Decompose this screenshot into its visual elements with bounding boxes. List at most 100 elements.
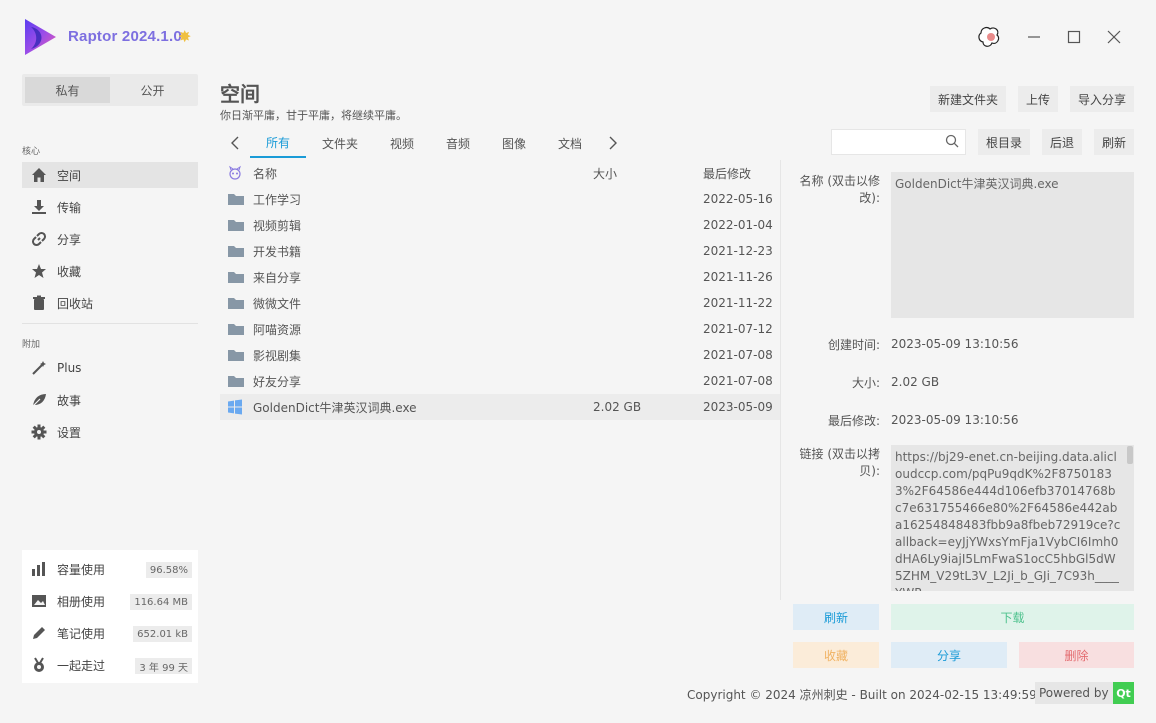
minimize-icon[interactable] <box>1017 20 1051 54</box>
stat-value: 652.01 kB <box>133 626 192 642</box>
stat-together: 一起走过 3 年 99 天 <box>22 649 198 681</box>
file-modified: 2022-05-16 <box>703 192 773 206</box>
sidebar-item-label: 设置 <box>57 425 82 440</box>
app-title: Raptor 2024.1.0 <box>68 28 182 45</box>
detail-name-label: 名称 (双击以修改): <box>799 174 881 205</box>
file-row[interactable]: 阿喵资源 2021-07-12 <box>220 316 780 342</box>
tab-all[interactable]: 所有 <box>250 128 306 158</box>
sidebar-item-space[interactable]: 空间 <box>22 162 198 188</box>
folder-icon <box>227 191 245 210</box>
sidebar-item-settings[interactable]: 设置 <box>22 419 198 445</box>
file-name: 来自分享 <box>253 270 302 285</box>
file-row[interactable]: GoldenDict牛津英汉词典.exe 2.02 GB 2023-05-09 <box>220 394 780 420</box>
stat-label: 笔记使用 <box>57 626 106 641</box>
sparkle-icon: ✸ <box>178 27 192 46</box>
stat-label: 容量使用 <box>57 562 106 577</box>
detail-created-value: 2023-05-09 13:10:56 <box>891 337 1019 351</box>
file-modified: 2021-07-08 <box>703 374 773 388</box>
trash-icon <box>30 294 48 312</box>
link-scrollbar[interactable] <box>1127 446 1133 464</box>
sidebar-item-trash[interactable]: 回收站 <box>22 290 198 316</box>
file-modified: 2021-07-12 <box>703 322 773 336</box>
powered-by-badge: Powered by Qt <box>1035 682 1134 704</box>
sidebar-item-label: 回收站 <box>57 296 94 311</box>
folder-icon <box>227 295 245 314</box>
folder-icon <box>227 269 245 288</box>
file-name: 阿喵资源 <box>253 322 302 337</box>
refresh-list-button[interactable]: 刷新 <box>1094 129 1134 155</box>
folder-icon <box>227 217 245 236</box>
column-size[interactable]: 大小 <box>593 165 617 182</box>
file-row[interactable]: 工作学习 2022-05-16 <box>220 186 780 212</box>
pencil-icon <box>30 624 48 642</box>
stat-value: 3 年 99 天 <box>135 658 192 674</box>
close-icon[interactable] <box>1097 20 1131 54</box>
tab-images[interactable]: 图像 <box>486 128 542 158</box>
sidebar-item-label: 收藏 <box>57 264 82 279</box>
segment-public[interactable]: 公开 <box>110 77 195 103</box>
file-modified: 2022-01-04 <box>703 218 773 232</box>
page-subtitle: 你日渐平庸，甘于平庸，将继续平庸。 <box>220 109 407 122</box>
sidebar-item-label: 传输 <box>57 200 82 215</box>
column-name[interactable]: 名称 <box>253 165 277 182</box>
refresh-detail-button[interactable]: 刷新 <box>793 604 879 630</box>
import-share-button[interactable]: 导入分享 <box>1070 86 1134 112</box>
file-row[interactable]: 好友分享 2021-07-08 <box>220 368 780 394</box>
file-name: 视频剪辑 <box>253 218 302 233</box>
magic-wand-icon <box>30 359 48 377</box>
root-dir-button[interactable]: 根目录 <box>978 129 1030 155</box>
favorite-button[interactable]: 收藏 <box>793 642 879 668</box>
sidebar-item-favorites[interactable]: 收藏 <box>22 258 198 284</box>
image-icon <box>30 592 48 610</box>
maximize-icon[interactable] <box>1057 20 1091 54</box>
leaf-icon <box>30 391 48 409</box>
detail-modified-value: 2023-05-09 13:10:56 <box>891 413 1019 427</box>
new-folder-button[interactable]: 新建文件夹 <box>930 86 1006 112</box>
file-name: 工作学习 <box>253 192 302 207</box>
tab-folders[interactable]: 文件夹 <box>306 128 374 158</box>
search-input[interactable] <box>832 130 937 154</box>
sidebar-item-label: 故事 <box>57 393 82 408</box>
file-size: 2.02 GB <box>593 400 642 414</box>
tab-documents[interactable]: 文档 <box>542 128 598 158</box>
sidebar-item-plus[interactable]: Plus <box>22 355 198 381</box>
search-box <box>831 129 966 155</box>
segment-private[interactable]: 私有 <box>25 77 110 103</box>
sidebar-item-label: 分享 <box>57 232 82 247</box>
sidebar-divider <box>22 323 198 324</box>
mascot-icon[interactable] <box>972 20 1006 54</box>
search-icon[interactable] <box>945 134 959 151</box>
folder-icon <box>227 243 245 262</box>
file-name: 微微文件 <box>253 296 302 311</box>
home-icon <box>30 166 48 184</box>
upload-button[interactable]: 上传 <box>1018 86 1058 112</box>
file-row[interactable]: 视频剪辑 2022-01-04 <box>220 212 780 238</box>
tabs-prev-icon[interactable] <box>220 128 250 158</box>
download-button[interactable]: 下载 <box>891 604 1134 630</box>
tab-video[interactable]: 视频 <box>374 128 430 158</box>
tabs-next-icon[interactable] <box>598 128 628 158</box>
tab-audio[interactable]: 音频 <box>430 128 486 158</box>
column-modified[interactable]: 最后修改 <box>703 165 751 182</box>
delete-button[interactable]: 删除 <box>1019 642 1134 668</box>
file-list-header: 名称 大小 最后修改 <box>220 160 780 186</box>
detail-size-label: 大小: <box>851 376 880 390</box>
detail-created-label: 创建时间: <box>827 338 880 352</box>
sidebar-item-share[interactable]: 分享 <box>22 226 198 252</box>
medal-icon <box>30 656 48 674</box>
back-button[interactable]: 后退 <box>1042 129 1082 155</box>
file-row[interactable]: 开发书籍 2021-12-23 <box>220 238 780 264</box>
panel-separator <box>780 160 781 600</box>
file-name: 开发书籍 <box>253 244 302 259</box>
sidebar-item-transfer[interactable]: 传输 <box>22 194 198 220</box>
file-row[interactable]: 来自分享 2021-11-26 <box>220 264 780 290</box>
file-row[interactable]: 影视剧集 2021-07-08 <box>220 342 780 368</box>
sort-icon[interactable] <box>227 165 243 184</box>
share-button[interactable]: 分享 <box>891 642 1007 668</box>
file-row[interactable]: 微微文件 2021-11-22 <box>220 290 780 316</box>
detail-link-field[interactable]: https://bj29-enet.cn-beijing.data.aliclo… <box>891 445 1134 591</box>
detail-name-field[interactable]: GoldenDict牛津英汉词典.exe <box>891 172 1134 318</box>
file-type-tabs: 所有 文件夹 视频 音频 图像 文档 <box>220 128 628 158</box>
sidebar-item-story[interactable]: 故事 <box>22 387 198 413</box>
stat-label: 相册使用 <box>57 594 106 609</box>
